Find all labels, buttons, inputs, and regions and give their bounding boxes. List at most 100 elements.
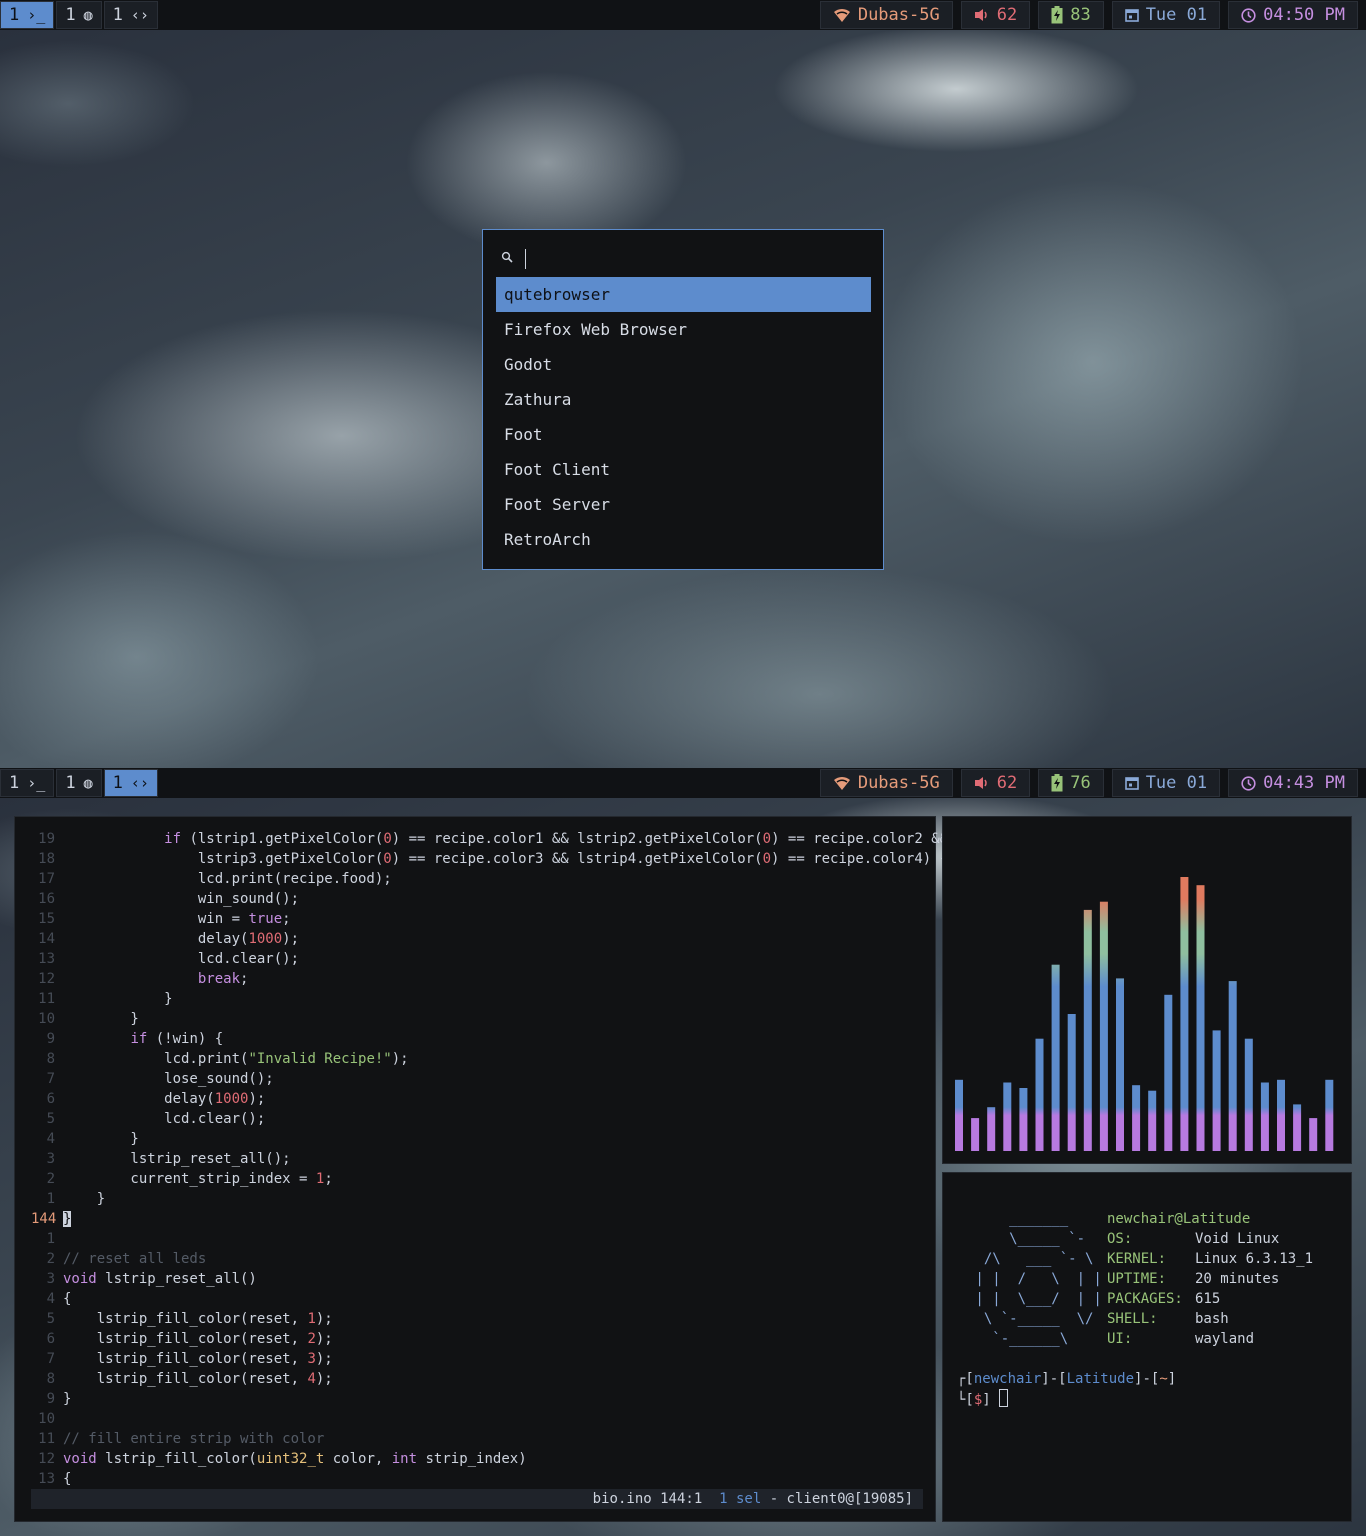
launcher-item[interactable]: Foot Client xyxy=(496,452,871,487)
code-line[interactable]: 10 xyxy=(31,1409,948,1429)
workspace-button[interactable]: 1 ◍ xyxy=(56,769,102,797)
code-line[interactable]: 2 // reset all leds xyxy=(31,1249,948,1269)
code-line[interactable]: 13 { xyxy=(31,1469,948,1489)
launcher-item[interactable]: qutebrowser xyxy=(496,277,871,312)
code-line[interactable]: 14 delay(1000); xyxy=(31,929,948,949)
code-line[interactable]: 17 lcd.print(recipe.food); xyxy=(31,869,948,889)
fetch-value: 615 xyxy=(1195,1291,1221,1307)
wifi-module[interactable]: Dubas-5G xyxy=(819,1,953,29)
logo-line: `-______\ xyxy=(967,1331,1069,1347)
code-line[interactable]: 11 } xyxy=(31,989,948,1009)
code-line[interactable]: 9 if (!win) { xyxy=(31,1029,948,1049)
terminal-window[interactable]: _______ \_____ `- /\ ___ `- \ | | / \ | … xyxy=(942,1172,1352,1522)
code-line[interactable]: 7 lose_sound(); xyxy=(31,1069,948,1089)
code-line[interactable]: 9} xyxy=(31,1389,948,1409)
code-line[interactable]: 3 lstrip_reset_all(); xyxy=(31,1149,948,1169)
workspace-button[interactable]: 1 ‹› xyxy=(103,769,158,797)
workspace-button[interactable]: 1 ›_ xyxy=(0,1,55,29)
line-number: 4 xyxy=(46,1131,55,1147)
code-line[interactable]: 13 lcd.clear(); xyxy=(31,949,948,969)
code-line[interactable]: 5 lstrip_fill_color(reset, 1); xyxy=(31,1309,948,1329)
workspace-number: 1 xyxy=(65,773,76,793)
line-number: 8 xyxy=(46,1051,55,1067)
code-text: lcd.clear(); xyxy=(63,1111,266,1127)
code-line[interactable]: 19 if (lstrip1.getPixelColor(0) == recip… xyxy=(31,829,948,849)
code-line[interactable]: 18 lstrip3.getPixelColor(0) == recipe.co… xyxy=(31,849,948,869)
line-number: 19 xyxy=(38,831,55,847)
code-line[interactable]: 4{ xyxy=(31,1289,948,1309)
fetch-row: UI: wayland xyxy=(1107,1329,1313,1349)
visualizer-bar xyxy=(1309,1118,1318,1151)
visualizer-bar xyxy=(1132,1085,1141,1151)
statusline-selection: 1 sel xyxy=(719,1491,762,1507)
date-text: Tue 01 xyxy=(1145,773,1208,793)
workspace-button[interactable]: 1 ◍ xyxy=(56,1,102,29)
fetch-key: PACKAGES: xyxy=(1107,1291,1183,1307)
code-buffer[interactable]: 19 if (lstrip1.getPixelColor(0) == recip… xyxy=(31,829,948,1489)
code-line[interactable]: 8 lcd.print("Invalid Recipe!"); xyxy=(31,1049,948,1069)
clock-module[interactable]: 04:50 PM xyxy=(1228,1,1358,29)
code-editor-window[interactable]: 19 if (lstrip1.getPixelColor(0) == recip… xyxy=(14,816,948,1522)
code-line[interactable]: 16 win_sound(); xyxy=(31,889,948,909)
launcher-search-field[interactable] xyxy=(501,248,861,270)
battery-module[interactable]: 83 xyxy=(1038,1,1104,29)
code-line[interactable]: 10 } xyxy=(31,1009,948,1029)
launcher-item[interactable]: RetroArch xyxy=(496,522,871,557)
code-icon: ‹› xyxy=(130,6,149,24)
globe-icon: ◍ xyxy=(83,774,93,792)
launcher-item[interactable]: Zathura xyxy=(496,382,871,417)
audio-visualizer-window[interactable] xyxy=(942,816,1352,1164)
fetch-value: 20 minutes xyxy=(1195,1271,1280,1287)
code-text: } xyxy=(63,1131,139,1147)
code-line[interactable]: 15 win = true; xyxy=(31,909,948,929)
wifi-ssid: Dubas-5G xyxy=(857,5,940,25)
code-line[interactable]: 12 break; xyxy=(31,969,948,989)
code-line[interactable]: 12 void lstrip_fill_color(uint32_t color,… xyxy=(31,1449,948,1469)
code-line[interactable]: 7 lstrip_fill_color(reset, 3); xyxy=(31,1349,948,1369)
code-line[interactable]: 6 lstrip_fill_color(reset, 2); xyxy=(31,1329,948,1349)
shell-prompt[interactable]: ┌[newchair]-[Latitude]-[~] └[$] xyxy=(957,1369,1176,1410)
wifi-module[interactable]: Dubas-5G xyxy=(819,769,953,797)
code-line[interactable]: 2 current_strip_index = 1; xyxy=(31,1169,948,1189)
code-line[interactable]: 5 lcd.clear(); xyxy=(31,1109,948,1129)
code-text: break; xyxy=(197,971,249,987)
wifi-icon xyxy=(833,7,851,23)
visualizer-bar xyxy=(1228,981,1237,1151)
launcher-item[interactable]: Godot xyxy=(496,347,871,382)
volume-module[interactable]: 62 xyxy=(960,1,1031,29)
code-text: lstrip_fill_color(reset, 4); xyxy=(63,1371,333,1387)
line-number: 11 xyxy=(38,1431,55,1447)
line-number: 2 xyxy=(46,1171,55,1187)
code-line[interactable]: 11 // fill entire strip with color xyxy=(31,1429,948,1449)
fetch-key: OS: xyxy=(1107,1231,1133,1247)
date-module[interactable]: Tue 01 xyxy=(1111,769,1221,797)
launcher-item[interactable]: Foot xyxy=(496,417,871,452)
launcher-item[interactable]: Foot Server xyxy=(496,487,871,522)
clock-module[interactable]: 04:43 PM xyxy=(1228,769,1358,797)
workspace-button[interactable]: 1 ‹› xyxy=(103,1,158,29)
code-line[interactable]: 144} xyxy=(31,1209,948,1229)
code-line[interactable]: 6 delay(1000); xyxy=(31,1089,948,1109)
code-text: if (!win) { xyxy=(130,1031,224,1047)
visualizer-bar xyxy=(1196,885,1205,1151)
code-icon: ‹› xyxy=(130,774,149,792)
battery-module[interactable]: 76 xyxy=(1038,769,1104,797)
code-text: } xyxy=(63,1391,72,1407)
code-line[interactable]: 1 xyxy=(31,1229,948,1249)
line-number: 17 xyxy=(38,871,55,887)
code-line[interactable]: 4 } xyxy=(31,1129,948,1149)
launcher-item[interactable]: Firefox Web Browser xyxy=(496,312,871,347)
statusline-file: bio.ino 144:1 xyxy=(592,1491,703,1507)
volume-module[interactable]: 62 xyxy=(960,769,1031,797)
visualizer-bar xyxy=(1180,877,1189,1151)
code-line[interactable]: 3 void lstrip_reset_all() xyxy=(31,1269,948,1289)
code-line[interactable]: 8 lstrip_fill_color(reset, 4); xyxy=(31,1369,948,1389)
volume-level: 62 xyxy=(996,773,1018,793)
date-module[interactable]: Tue 01 xyxy=(1111,1,1221,29)
code-line[interactable]: 1 } xyxy=(31,1189,948,1209)
fetch-value: bash xyxy=(1195,1311,1229,1327)
line-number: 10 xyxy=(38,1411,55,1427)
time-text: 04:43 PM xyxy=(1263,773,1345,793)
workspace-button[interactable]: 1 ›_ xyxy=(0,769,55,797)
code-text: lcd.clear(); xyxy=(63,951,300,967)
